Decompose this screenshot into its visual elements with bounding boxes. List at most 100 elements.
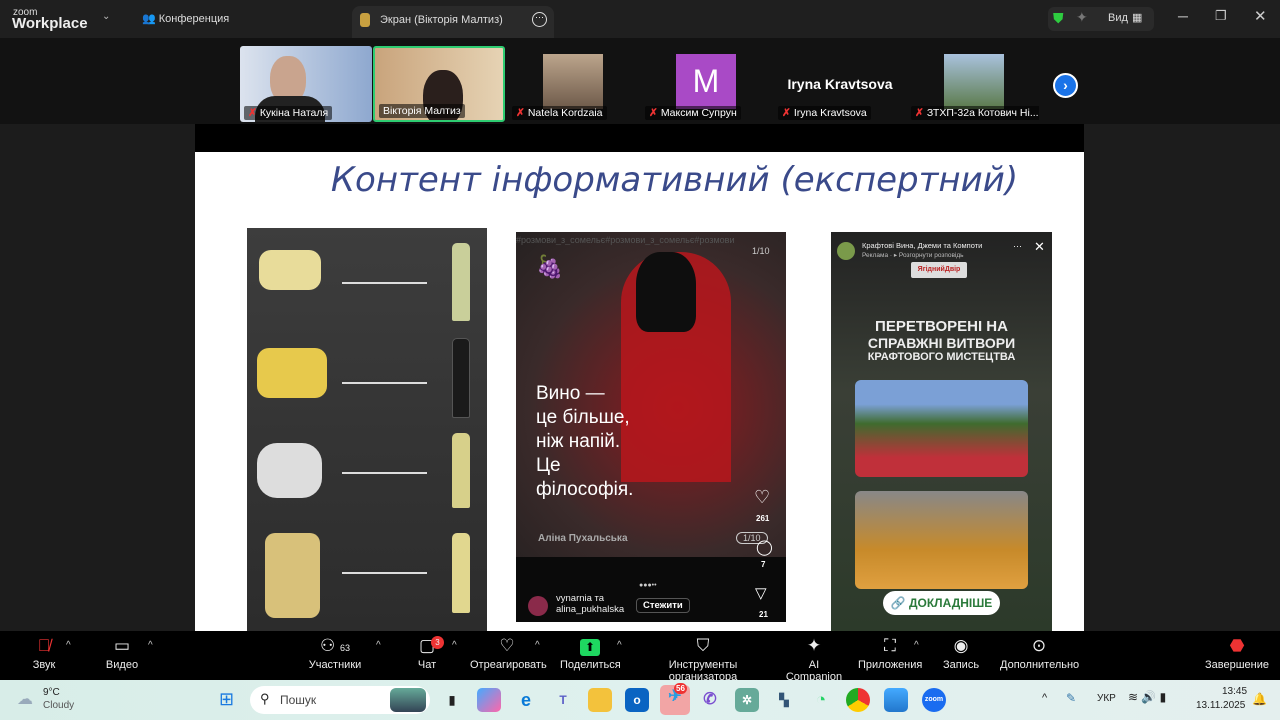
tab-meeting[interactable]: 👥 Конференция [142, 12, 229, 25]
participant-tile[interactable]: ✗ Natela Kordzaia [508, 46, 640, 122]
like-icon[interactable]: ♡ [754, 487, 770, 508]
record-icon: ◉ [953, 636, 969, 655]
audio-options-caret[interactable]: ^ [66, 640, 71, 651]
more-icon: ··· [1013, 241, 1022, 251]
ad-headline: ПЕРЕТВОРЕНІ НА СПРАВЖНІ ВИТВОРИ КРАФТОВОГО… [867, 318, 1016, 363]
restore-icon[interactable]: ❐ [1215, 8, 1227, 24]
host-tools-button[interactable]: ⛉ Инструменты организатора [636, 631, 770, 683]
video-options-caret[interactable]: ^ [148, 640, 153, 651]
wifi-icon[interactable]: ≋ 🔊 ▮ [1128, 690, 1166, 704]
tab-meeting-label: Конференция [158, 13, 230, 25]
participant-name: ✗ Iryna Kravtsova [778, 106, 871, 120]
tab-screen-share[interactable]: Экран (Вікторія Малтиз) ··· [352, 6, 554, 38]
learn-more-button[interactable]: 🔗 ДОКЛАДНІШЕ [883, 591, 1000, 615]
chrome-icon[interactable] [846, 688, 870, 712]
video-button[interactable]: ▭ Видео [102, 631, 142, 671]
apps-button[interactable]: ⛶ Приложения [858, 631, 922, 671]
next-page-button[interactable]: › [1053, 73, 1078, 98]
chat-caret[interactable]: ^ [452, 640, 457, 651]
zoom-icon[interactable]: zoom [922, 688, 946, 712]
participant-name: ✗ Кукіна Наталя [244, 106, 333, 120]
view-controls: ⛊ ✦ Вид ▦ [1048, 7, 1154, 31]
file-explorer-icon[interactable] [588, 688, 612, 712]
post-accounts: vynarnia та alina_pukhalska [556, 593, 625, 615]
tab-screen-label: Экран (Вікторія Малтиз) [380, 14, 503, 26]
view-button[interactable]: Вид [1108, 12, 1128, 24]
ad-page-name: Крафтові Вина, Джеми та Компоти [862, 241, 983, 250]
camera-icon: ▭ [113, 636, 131, 655]
chevron-down-icon[interactable]: ⌄ [102, 11, 110, 22]
post-counter: 1/10 [752, 246, 770, 256]
whatsapp-icon[interactable]: ◔ [809, 688, 833, 712]
search-icon: ⚲ [260, 691, 270, 706]
close-icon[interactable]: ✕ [1034, 239, 1045, 255]
avatar-icon [360, 13, 370, 27]
presentation-slide: Контент інформативний (експертний) #розм… [195, 152, 1084, 631]
react-caret[interactable]: ^ [535, 640, 540, 651]
participants-button[interactable]: ⚇ 63 Участники [305, 631, 365, 671]
heart-icon: ♡ [499, 636, 515, 655]
participant-tile[interactable]: ✗ ЗТХП-32а Котович Ні... [907, 46, 1039, 122]
participants-icon: ⚇ 63 [320, 636, 350, 655]
mic-muted-icon: ✗ [782, 107, 791, 119]
react-button[interactable]: ♡ Отреагировать [470, 631, 547, 671]
participant-tile-active[interactable]: Вікторія Малтиз [373, 46, 505, 122]
chatgpt-icon[interactable]: ✲ [735, 688, 759, 712]
share-screen-button[interactable]: ⬆ Поделиться [560, 631, 621, 671]
shield-check-icon[interactable]: ⛊ [1053, 10, 1064, 27]
outlook-icon[interactable]: o [625, 688, 649, 712]
app-icon[interactable]: ▚ [772, 688, 796, 712]
meeting-toolbar: 🎙̸ Звук ^ ▭ Видео ^ ⚇ 63 Участники ^ ▢ Чат 3 … [0, 631, 1280, 683]
apps-caret[interactable]: ^ [914, 640, 919, 651]
brand-logo: ЯгіднийДвір [911, 262, 967, 278]
record-button[interactable]: ◉ Запись [940, 631, 982, 671]
participants-caret[interactable]: ^ [376, 640, 381, 651]
end-button[interactable]: ⬣ Завершение [1205, 631, 1269, 671]
windows-start-icon[interactable]: ⊞ [219, 689, 234, 710]
share-caret[interactable]: ^ [617, 640, 622, 651]
participant-name: ✗ Максим Супрун [645, 106, 741, 120]
show-hidden-icons-caret[interactable]: ^ [1042, 692, 1047, 704]
edge-icon[interactable]: e [514, 688, 538, 712]
mic-muted-icon: ✗ [649, 107, 658, 119]
comment-icon[interactable]: ◯ [756, 538, 773, 556]
search-box[interactable]: ⚲ Пошук [250, 686, 430, 714]
language-indicator[interactable]: УКР [1097, 693, 1116, 704]
follow-button[interactable]: Стежити [636, 598, 690, 613]
audio-button[interactable]: 🎙̸ Звук [28, 631, 60, 671]
clock-date[interactable]: 13.11.2025 [1196, 700, 1245, 711]
ai-companion-button[interactable]: ✦ AI Companion [780, 631, 848, 683]
search-placeholder: Пошук [280, 693, 317, 707]
sparkle-icon[interactable]: ✦ [1076, 9, 1088, 26]
zoom-logo: Workplace [12, 15, 88, 32]
participant-tile[interactable]: Iryna Kravtsova ✗ Iryna Kravtsova [774, 46, 906, 122]
copilot-icon[interactable] [477, 688, 501, 712]
ad-story: Крафтові Вина, Джеми та Компоти Реклама … [831, 232, 1052, 631]
participant-name: ✗ Natela Kordzaia [512, 106, 607, 120]
share-icon[interactable]: ▽ [755, 584, 767, 602]
photos-icon[interactable] [884, 688, 908, 712]
wine-logo-icon: 🍇 [536, 254, 564, 279]
chat-button[interactable]: ▢ Чат 3 [412, 631, 444, 671]
close-icon[interactable]: ✕ [1254, 7, 1267, 25]
participant-tile[interactable]: M ✗ Максим Супрун [641, 46, 773, 122]
berry-harvest-photo [855, 380, 1028, 477]
shield-icon: ⛉ [696, 636, 710, 655]
weather-condition: Cloudy [43, 700, 75, 711]
pen-icon[interactable]: ✎ [1066, 691, 1076, 705]
post-author: Аліна Пухальська [538, 533, 628, 544]
cloud-icon: ☁ [17, 691, 33, 708]
viber-icon[interactable]: ✆ [698, 688, 722, 712]
clock-time[interactable]: 13:45 [1222, 686, 1247, 697]
more-icon[interactable]: ··· [532, 12, 547, 27]
search-highlight-image [390, 688, 426, 712]
more-button[interactable]: ⊙ Дополнительно [1000, 631, 1079, 671]
teams-icon[interactable]: T [551, 688, 575, 712]
notification-bell-icon[interactable]: 🔔 [1252, 692, 1267, 706]
participant-name: Вікторія Малтиз [379, 104, 465, 118]
more-icon: ⊙ [1031, 636, 1047, 655]
participant-tile[interactable]: ✗ Кукіна Наталя [240, 46, 372, 122]
minimize-icon[interactable]: ─ [1178, 8, 1188, 24]
telegram-icon[interactable]: ✈ 56 [660, 683, 690, 715]
taskbar-app-icon[interactable]: ▮ [440, 688, 464, 712]
